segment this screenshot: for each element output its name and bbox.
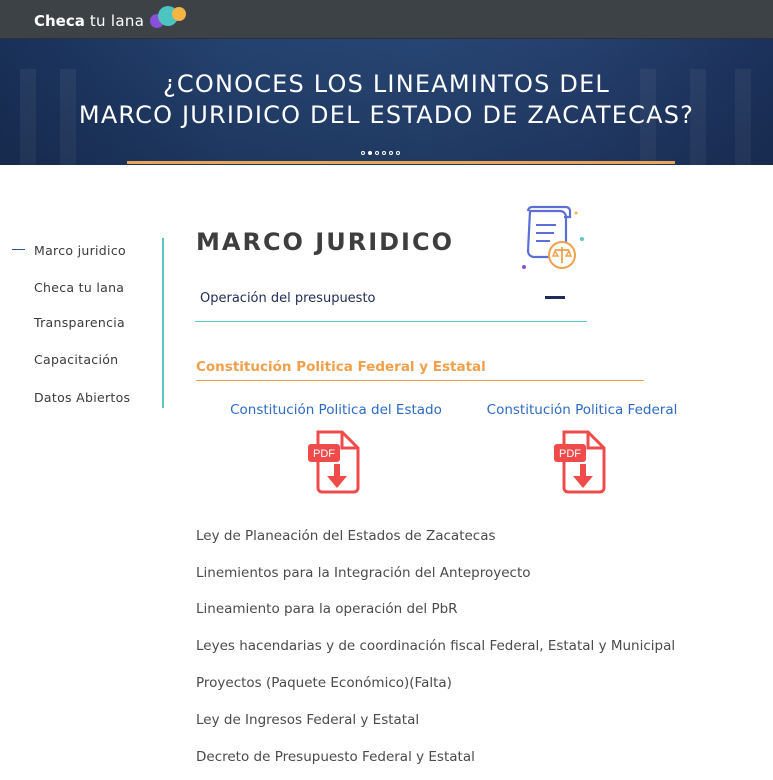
pdf-badge: PDF xyxy=(313,448,335,460)
pdf-link-constitucion-estado[interactable]: Constitución Politica del Estado PDF xyxy=(226,402,446,494)
pdf-label: Constitución Politica Federal xyxy=(486,402,678,418)
top-navbar: Checa tu lana xyxy=(0,0,773,39)
carousel-dots xyxy=(361,151,400,155)
sidebar-item-checa-tu-lana[interactable]: Checa tu lana xyxy=(34,280,124,295)
law-link-proyectos[interactable]: Proyectos (Paquete Económico)(Falta) xyxy=(196,675,452,691)
hero-title: ¿CONOCES LOS LINEAMINTOS DEL MARCO JURID… xyxy=(0,69,773,131)
accordion-operacion-presupuesto[interactable]: Operación del presupuesto xyxy=(195,283,587,322)
brand-name-rest: tu lana xyxy=(89,12,145,30)
hero-banner: ¿CONOCES LOS LINEAMINTOS DEL MARCO JURID… xyxy=(0,39,773,165)
carousel-dot-active[interactable] xyxy=(368,151,372,155)
brand-logo[interactable]: Checa tu lana xyxy=(34,6,192,36)
pdf-download-icon[interactable]: PDF xyxy=(554,430,610,494)
law-link-planeacion[interactable]: Ley de Planeación del Estados de Zacatec… xyxy=(196,528,496,544)
brand-bubbles-icon xyxy=(150,4,192,34)
sidebar-item-marco-juridico[interactable]: Marco juridico xyxy=(34,243,126,258)
pdf-download-icon[interactable]: PDF xyxy=(308,430,364,494)
law-link-ingresos[interactable]: Ley de Ingresos Federal y Estatal xyxy=(196,712,419,728)
page-title: MARCO JURIDICO xyxy=(196,228,455,256)
hero-title-line2: MARCO JURIDICO DEL ESTADO DE ZACATECAS? xyxy=(78,101,695,129)
carousel-dot[interactable] xyxy=(375,151,379,155)
law-link-pbr[interactable]: Lineamiento para la operación del PbR xyxy=(196,601,458,617)
hero-divider xyxy=(127,161,675,164)
pdf-label: Constitución Politica del Estado xyxy=(230,402,442,418)
section-title: Constitución Politica Federal y Estatal xyxy=(196,356,644,381)
sidebar-item-transparencia[interactable]: Transparencia xyxy=(34,315,125,330)
carousel-dot[interactable] xyxy=(361,151,365,155)
law-link-hacendarias[interactable]: Leyes hacendarias y de coordinación fisc… xyxy=(196,638,675,654)
legal-document-scale-icon xyxy=(522,205,584,269)
hero-title-line1: ¿CONOCES LOS LINEAMINTOS DEL xyxy=(162,70,611,98)
active-indicator xyxy=(12,249,25,250)
pdf-badge: PDF xyxy=(559,448,581,460)
collapse-minus-icon[interactable] xyxy=(545,296,565,299)
law-link-anteproyecto[interactable]: Linemientos para la Integración del Ante… xyxy=(196,565,531,581)
sidebar-item-capacitacion[interactable]: Capacitación xyxy=(34,352,118,367)
sidebar-item-datos-abiertos[interactable]: Datos Abiertos xyxy=(34,390,130,405)
accordion-label: Operación del presupuesto xyxy=(200,291,376,306)
pdf-link-constitucion-federal[interactable]: Constitución Politica Federal PDF xyxy=(472,402,692,494)
carousel-dot[interactable] xyxy=(396,151,400,155)
law-link-presupuesto[interactable]: Decreto de Presupuesto Federal y Estatal xyxy=(196,749,475,765)
carousel-dot[interactable] xyxy=(382,151,386,155)
section-title-text: Constitución Politica Federal y Estatal xyxy=(196,359,486,375)
carousel-dot[interactable] xyxy=(389,151,393,155)
sidebar-nav: Marco juridico Checa tu lana Transparenc… xyxy=(0,238,164,408)
brand-name-bold: Checa xyxy=(34,12,85,30)
